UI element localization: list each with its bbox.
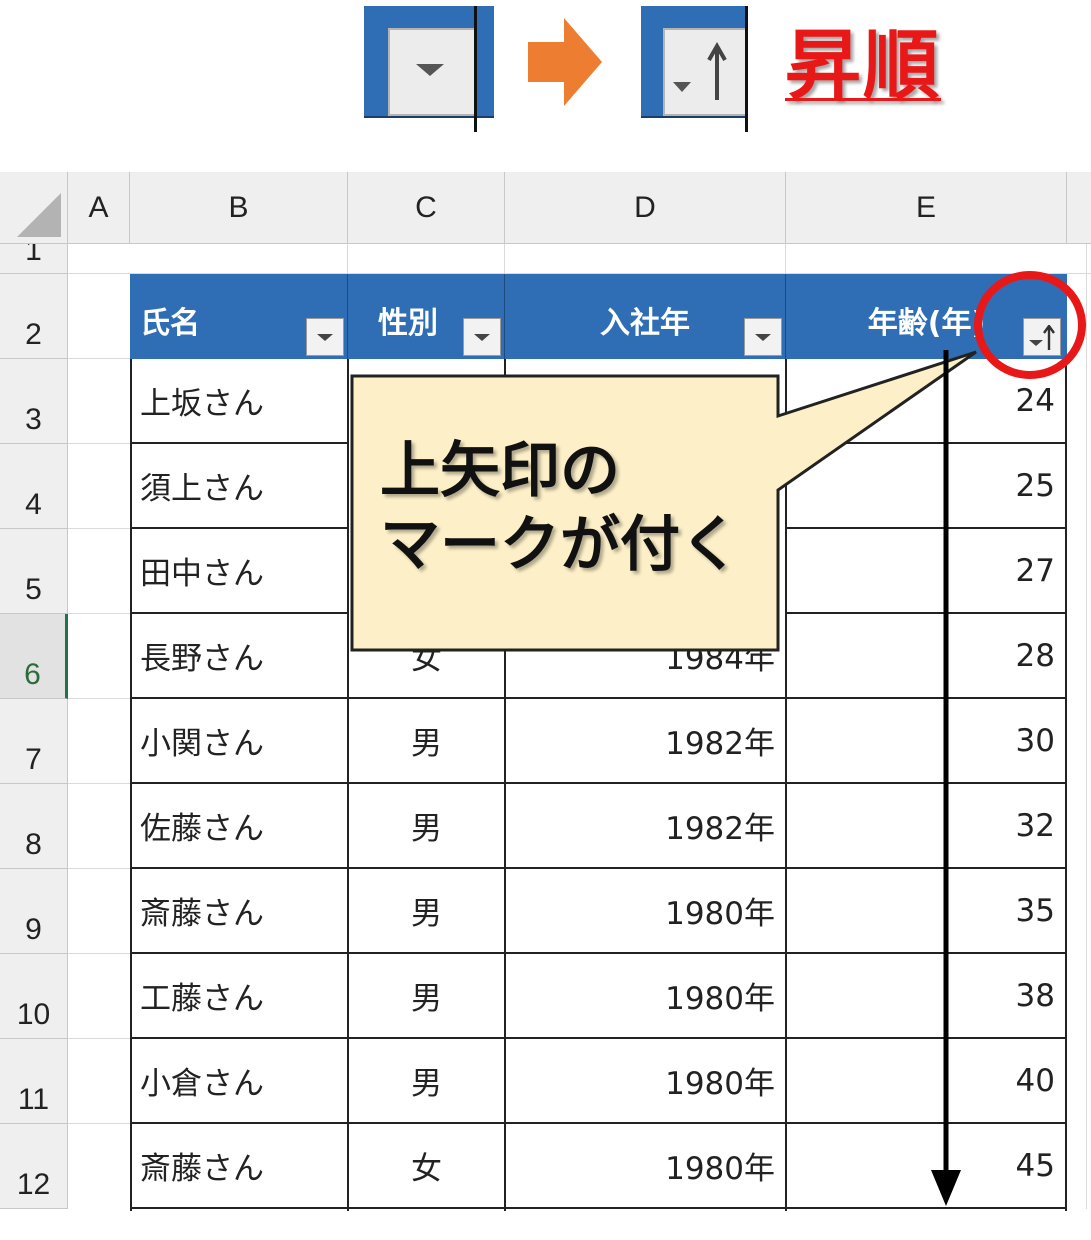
row-header-9[interactable]: 9 <box>0 869 68 954</box>
row-header-7[interactable]: 7 <box>0 699 68 784</box>
column-header-c[interactable]: C <box>348 172 505 244</box>
cell-age[interactable]: 30 <box>787 699 1065 784</box>
header-name-label: 氏名 <box>140 306 200 341</box>
column-header-b[interactable]: B <box>130 172 348 244</box>
cell-join-year[interactable]: 1982年 <box>506 699 785 784</box>
row-header-2[interactable]: 2 <box>0 274 68 359</box>
cell-name[interactable]: 須上さん <box>132 444 347 529</box>
header-join-year-label: 入社年 <box>600 306 690 341</box>
cell-gender[interactable]: 男 <box>349 869 504 954</box>
cell-name[interactable]: 長野さん <box>132 614 347 699</box>
cell-name[interactable]: 小倉さん <box>132 1039 347 1124</box>
select-all-corner[interactable] <box>0 172 68 244</box>
arrow-right-icon <box>528 18 602 106</box>
column-header-a[interactable]: A <box>68 172 130 244</box>
sort-ascending-icon <box>673 41 727 100</box>
row-header-5[interactable]: 5 <box>0 529 68 614</box>
cell-name[interactable]: 斎藤さん <box>132 869 347 954</box>
sort-direction-arrow <box>931 350 961 1206</box>
cell-join-year[interactable]: 1980年 <box>506 954 785 1039</box>
row-header-10[interactable]: 10 <box>0 954 68 1039</box>
ascending-label: 昇順 <box>785 21 941 110</box>
row-header-4[interactable]: 4 <box>0 444 68 529</box>
row-header-11[interactable]: 11 <box>0 1039 68 1124</box>
cell-name[interactable]: 斎藤さん <box>132 1124 347 1209</box>
cell-name[interactable]: 工藤さん <box>132 954 347 1039</box>
column-header-f-partial[interactable] <box>1067 172 1091 244</box>
dropdown-arrow-icon <box>416 64 444 76</box>
cell-join-year[interactable]: 1980年 <box>506 1124 785 1209</box>
before-filter-button <box>364 6 494 132</box>
cell-age[interactable]: 35 <box>787 869 1065 954</box>
cell-gender[interactable]: 男 <box>349 1039 504 1124</box>
filter-button-name[interactable] <box>306 318 344 356</box>
row-header-6[interactable]: 6 <box>0 614 68 699</box>
cell-name[interactable]: 田中さん <box>132 529 347 614</box>
row-header-1[interactable]: 1 <box>0 244 68 274</box>
cell-gender[interactable]: 女 <box>349 1124 504 1209</box>
column-header-d[interactable]: D <box>505 172 786 244</box>
dropdown-arrow-icon <box>317 334 333 341</box>
row-header-8[interactable]: 8 <box>0 784 68 869</box>
header-age-label: 年齢(年) <box>867 306 986 341</box>
cell-name[interactable]: 小関さん <box>132 699 347 784</box>
cell-gender[interactable]: 男 <box>349 699 504 784</box>
column-header-e[interactable]: E <box>786 172 1067 244</box>
cell-gender[interactable]: 男 <box>349 954 504 1039</box>
after-filter-button <box>641 6 748 132</box>
callout-line-1: 上矢印の <box>380 436 620 506</box>
cell-join-year[interactable]: 1980年 <box>506 1039 785 1124</box>
row-header-12[interactable]: 12 <box>0 1124 68 1209</box>
cell-age[interactable]: 40 <box>787 1039 1065 1124</box>
cell-age[interactable]: 32 <box>787 784 1065 869</box>
cell-age[interactable]: 45 <box>787 1124 1065 1209</box>
cell-gender[interactable]: 男 <box>349 784 504 869</box>
callout-text: 上矢印の マークが付く <box>380 434 780 582</box>
cell-join-year[interactable]: 1980年 <box>506 869 785 954</box>
row-header-3[interactable]: 3 <box>0 359 68 444</box>
cell-join-year[interactable]: 1982年 <box>506 784 785 869</box>
header-gender-label: 性別 <box>378 306 438 341</box>
cell-name[interactable]: 上坂さん <box>132 359 347 444</box>
cell-age[interactable]: 38 <box>787 954 1065 1039</box>
cell-name[interactable]: 佐藤さん <box>132 784 347 869</box>
highlight-circle <box>974 271 1086 379</box>
callout-line-2: マークが付く <box>380 510 740 580</box>
